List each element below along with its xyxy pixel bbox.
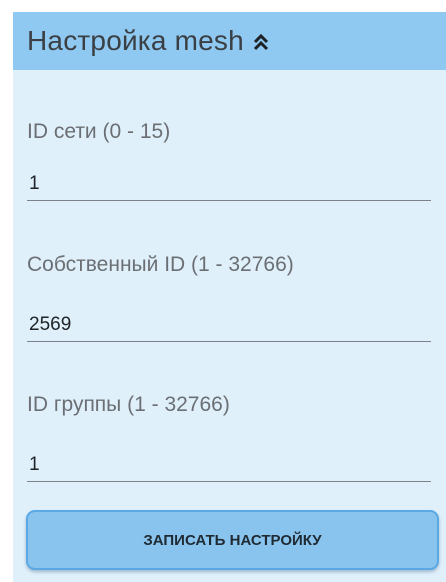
group-id-label: ID группы (1 - 32766) — [27, 393, 230, 416]
save-settings-button[interactable]: ЗАПИСАТЬ НАСТРОЙКУ — [26, 510, 439, 570]
own-id-label: Собственный ID (1 - 32766) — [27, 253, 294, 276]
mesh-settings-panel: Настройка mesh ID сети (0 - 15) Собствен… — [13, 12, 446, 582]
panel-header[interactable]: Настройка mesh — [13, 12, 446, 70]
panel-title: Настройка mesh — [27, 25, 244, 56]
own-id-input[interactable] — [27, 308, 431, 342]
network-id-input[interactable] — [27, 167, 431, 201]
network-id-label: ID сети (0 - 15) — [27, 120, 171, 143]
group-id-input[interactable] — [27, 448, 431, 482]
double-chevron-up-icon[interactable] — [252, 33, 270, 51]
